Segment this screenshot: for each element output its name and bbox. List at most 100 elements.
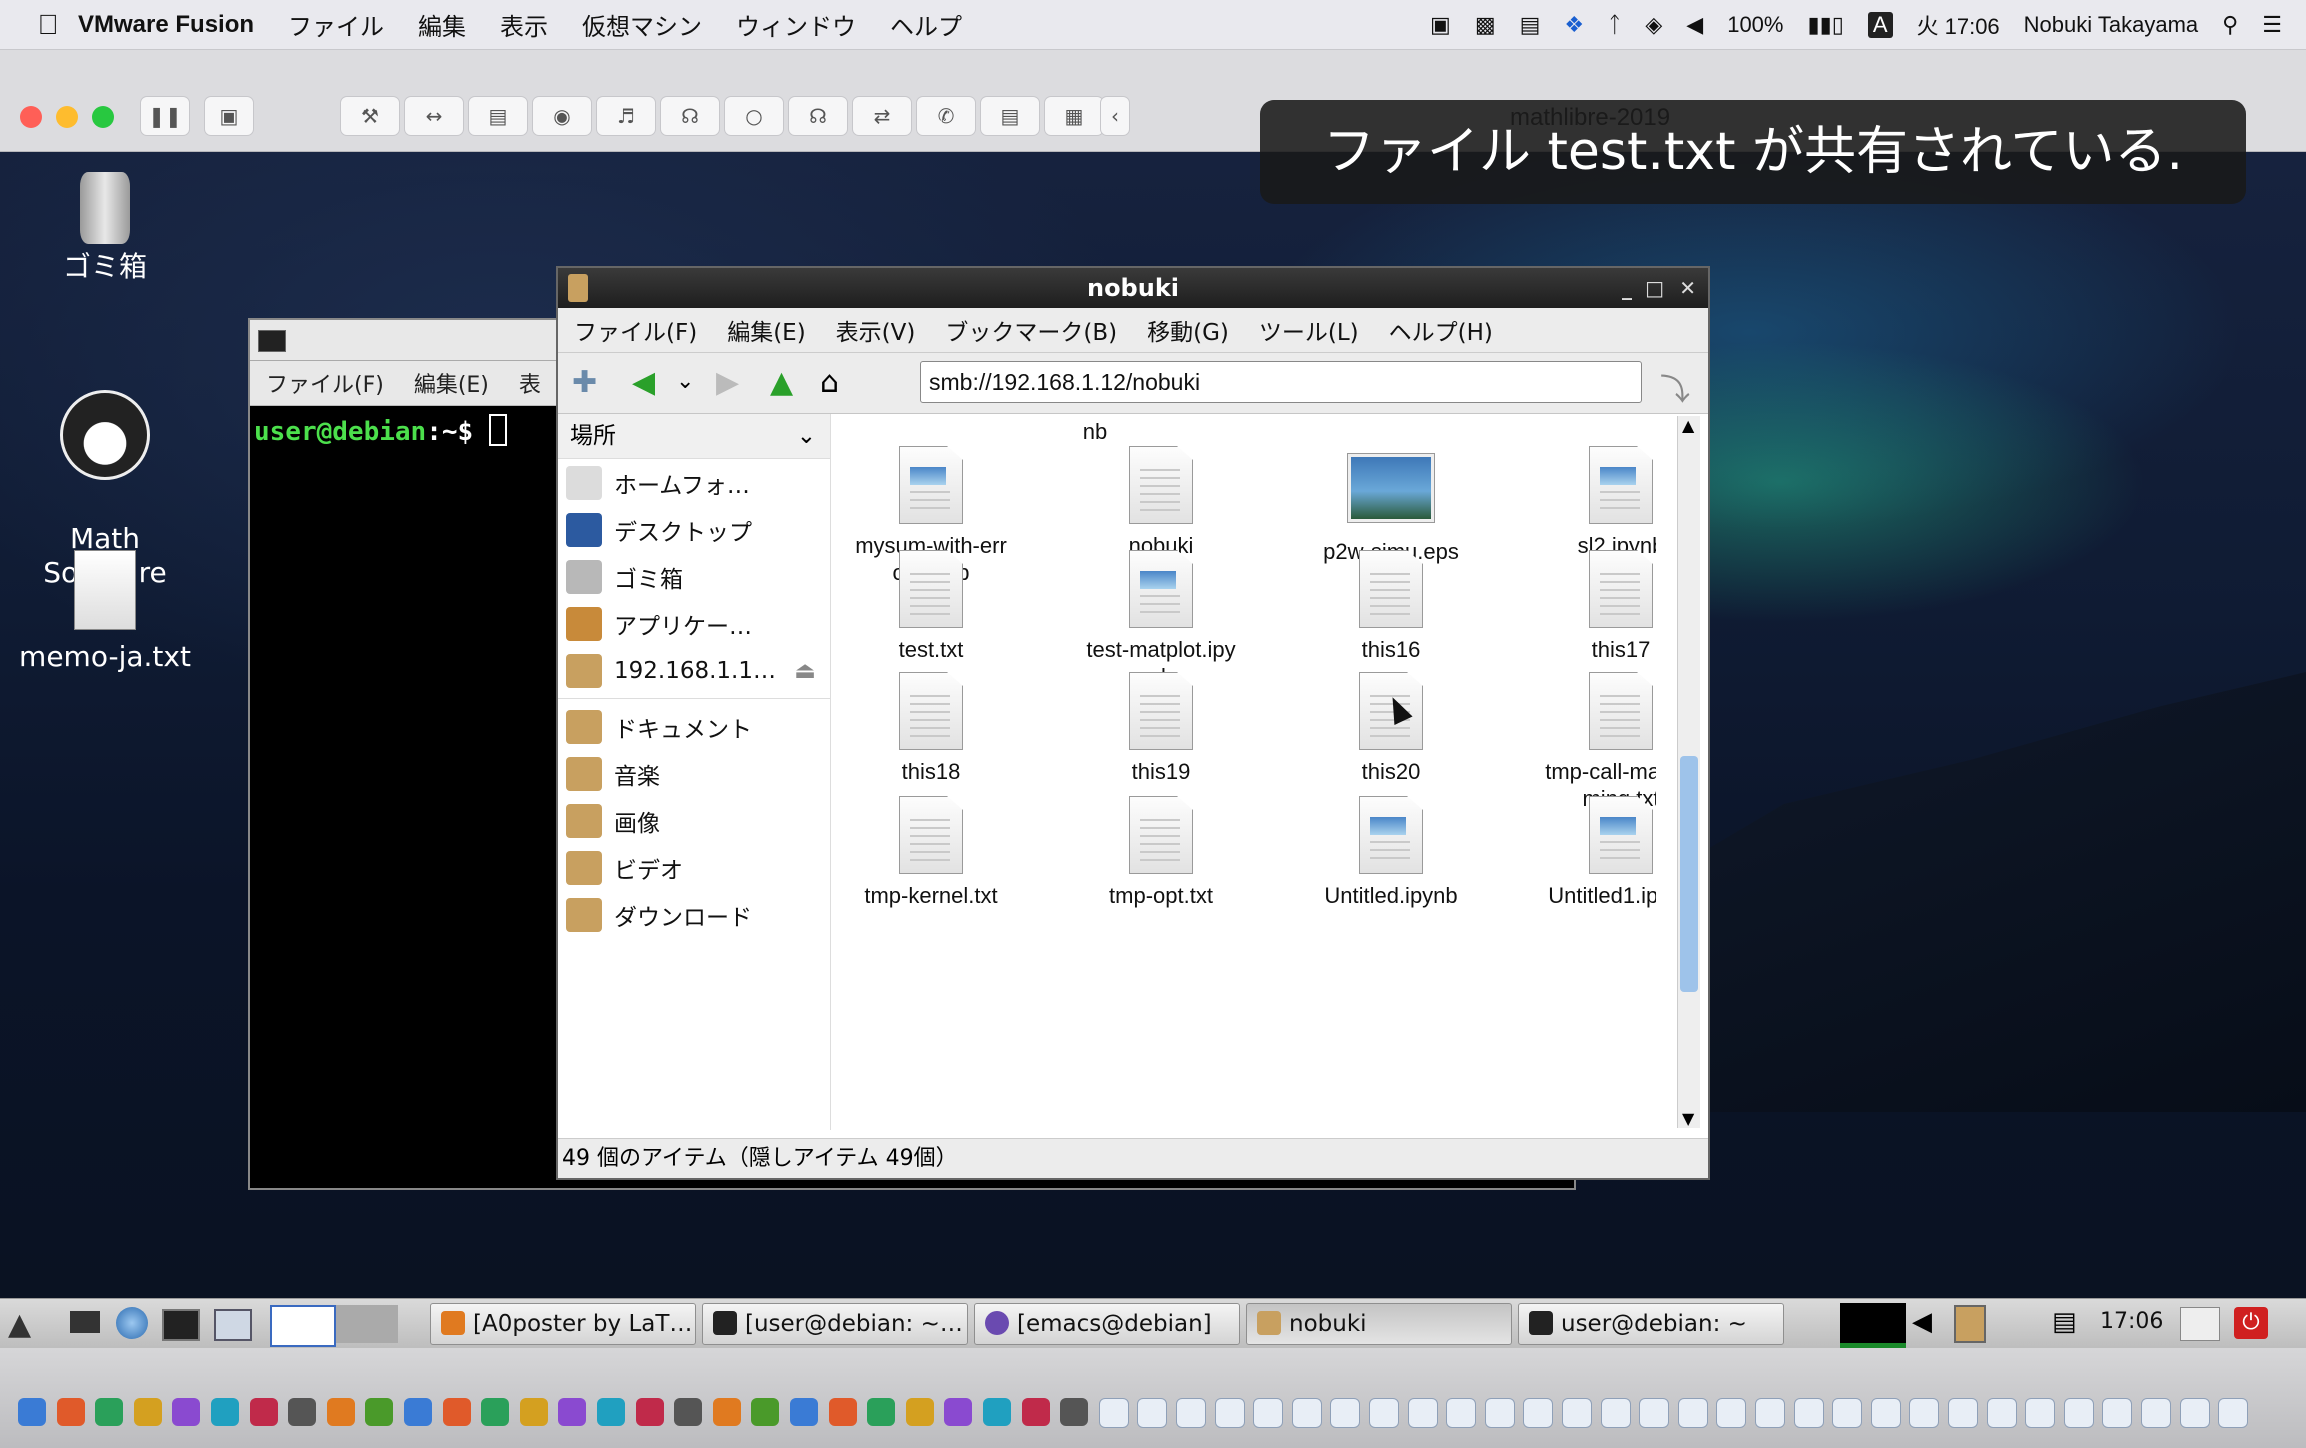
up-arrow-icon[interactable]: ▲ [770,365,793,400]
eject-icon[interactable]: ⏏ [794,658,816,684]
dock-app-icon[interactable] [1137,1398,1168,1428]
dock-app-icon[interactable] [481,1398,510,1426]
sound-icon[interactable]: ♬ [596,96,656,136]
workspace-2[interactable] [336,1305,398,1343]
dock-app-icon[interactable] [1176,1398,1206,1428]
headset-icon[interactable]: ☊ [660,96,720,136]
new-tab-icon[interactable]: ✚ [572,365,597,400]
forward-arrow-icon[interactable]: ▶ [716,365,739,400]
harddisk-icon[interactable]: ▤ [468,96,528,136]
terminal-menu-view[interactable]: 表 [519,367,541,399]
dock-app-icon[interactable] [1639,1398,1670,1428]
dock-app-icon[interactable] [1832,1398,1863,1428]
dock-app-icon[interactable] [790,1398,818,1426]
file-item[interactable]: Untitled.ipynb [1306,796,1476,909]
file-item[interactable]: tmp-call-math-timing.txt [1536,672,1656,812]
network-tray-icon[interactable]: ▤ [2052,1307,2077,1337]
bookmark-item[interactable]: ビデオ [558,844,830,891]
file-item[interactable]: p2w-simu.eps [1306,446,1476,565]
dock-app-icon[interactable] [983,1398,1011,1426]
file-item[interactable]: sl2.ipynb [1536,446,1656,559]
collapse-toolbar-icon[interactable]: ‹ [1100,96,1130,136]
file-manager-window[interactable]: nobuki _ □ ✕ ファイル(F) 編集(E) 表示(V) ブックマーク(… [556,266,1710,1180]
dock-app-icon[interactable] [867,1398,896,1426]
file-item[interactable]: nobuki [1076,446,1246,559]
dock-app-icon[interactable] [1716,1398,1747,1428]
close-window-button[interactable] [20,106,42,128]
close-icon[interactable]: ✕ [1679,268,1696,308]
show-desktop-icon[interactable] [70,1311,100,1333]
dock-app-icon[interactable] [944,1398,973,1426]
file-item[interactable]: this20 [1306,672,1476,785]
fm-menu-file[interactable]: ファイル(F) [574,313,697,347]
dock-app-icon[interactable] [1446,1398,1477,1428]
bookmark-item[interactable]: 画像 [558,797,830,844]
dock-app-icon[interactable] [56,1398,85,1426]
dock-app-icon[interactable] [1060,1398,1089,1426]
menu-window[interactable]: ウィンドウ [736,7,856,42]
dock-app-icon[interactable] [1677,1398,1708,1428]
usb-icon[interactable]: ⇄ [852,96,912,136]
fm-menu-edit[interactable]: 編集(E) [727,313,805,347]
dock-app-icon[interactable] [1407,1398,1438,1428]
dock-app-icon[interactable] [828,1398,857,1426]
window-switcher-icon[interactable] [214,1309,252,1341]
dock-app-icon[interactable] [905,1398,934,1426]
screen-mirror-icon[interactable]: ▣ [1430,12,1451,38]
workspace-1[interactable] [270,1305,336,1347]
wifi-icon[interactable]: ◈ [1645,12,1662,38]
bookmark-item[interactable]: 音楽 [558,750,830,797]
dock-app-icon[interactable] [1986,1398,2017,1428]
dock-app-icon[interactable] [442,1398,471,1426]
apple-icon[interactable]:  [18,9,78,41]
places-item[interactable]: アプリケー… [558,600,830,647]
zoom-window-button[interactable] [92,106,114,128]
bookmark-item[interactable]: ダウンロード [558,891,830,938]
menu-file[interactable]: ファイル [288,7,384,42]
settings-wrench-icon[interactable]: ⚒ [340,96,400,136]
dock-app-icon[interactable] [1793,1398,1824,1428]
dock-app-icon[interactable] [404,1398,432,1426]
panel-clock[interactable]: 17:06 [2100,1309,2163,1334]
address-bar[interactable]: smb://192.168.1.12/nobuki [920,361,1642,403]
dock-app-icon[interactable] [1098,1398,1129,1428]
go-jump-icon[interactable]: ⤵ [1660,365,1690,409]
dock-app-icon[interactable] [1484,1398,1515,1428]
dock-app-icon[interactable] [1330,1398,1361,1428]
file-item[interactable]: test-matplot.ipynb [1076,550,1246,690]
volume-tray-icon[interactable]: ◀ [1912,1307,1932,1337]
dock-app-icon[interactable] [712,1398,741,1426]
scrollbar-thumb[interactable] [1680,756,1698,992]
file-item[interactable]: test.txt [846,550,1016,663]
dock-app-icon[interactable] [249,1398,278,1426]
file-item[interactable]: this19 [1076,672,1246,785]
battery-percent[interactable]: 100% [1727,12,1783,38]
dock-app-icon[interactable] [1600,1398,1631,1428]
suspend-button[interactable]: ❚❚ [140,96,190,136]
places-item[interactable]: 192.168.1.1… ⏏ [558,647,830,694]
file-item[interactable]: tmp-kernel.txt [846,796,1016,909]
printer-icon[interactable]: ▤ [980,96,1040,136]
dock-app-icon[interactable] [2025,1398,2056,1428]
minimize-window-button[interactable] [56,106,78,128]
dock-app-icon[interactable] [2102,1398,2133,1428]
mouse-icon[interactable]: ○ [724,96,784,136]
menu-virtual-machine[interactable]: 仮想マシン [582,7,702,42]
app-name-menu[interactable]: VMware Fusion [78,11,254,39]
menu-edit[interactable]: 編集 [418,7,466,42]
terminal-menu-file[interactable]: ファイル(F) [266,367,384,399]
file-item[interactable]: Untitled1.ipynb [1536,796,1656,909]
terminal-launcher-icon[interactable] [162,1309,200,1341]
menu-help[interactable]: ヘルプ [890,7,962,42]
dock-app-icon[interactable] [635,1398,664,1426]
browser-launcher-icon[interactable] [116,1307,148,1339]
places-item[interactable]: ゴミ箱 [558,553,830,600]
resize-icon[interactable]: ↔ [404,96,464,136]
dock-app-icon[interactable] [2179,1398,2210,1428]
cd-rom-icon[interactable]: ◉ [532,96,592,136]
menubar-clock[interactable]: 火 17:06 [1917,9,2000,41]
fm-menu-tools[interactable]: ツール(L) [1259,313,1359,347]
dock-app-icon[interactable] [211,1398,239,1426]
minimize-icon[interactable]: _ [1622,268,1632,308]
battery-icon[interactable]: ▮▮▯ [1807,12,1843,38]
